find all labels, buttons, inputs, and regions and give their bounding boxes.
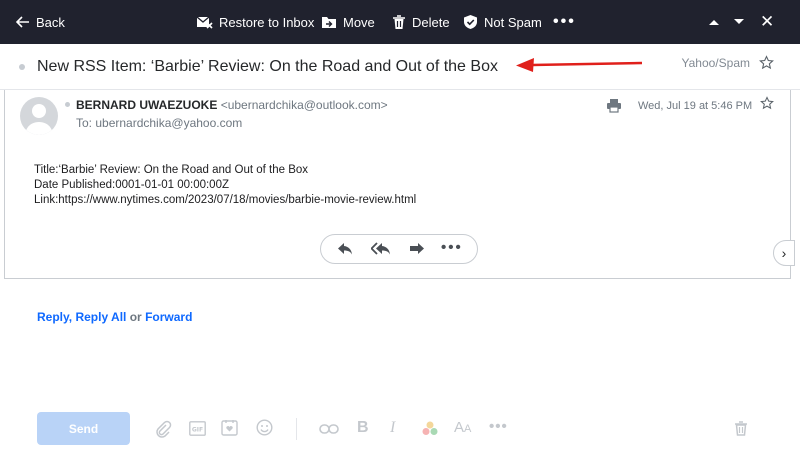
font-size-icon[interactable]: AA	[454, 419, 471, 436]
more-formatting-icon[interactable]: •••	[489, 418, 508, 435]
star-icon[interactable]	[759, 55, 774, 75]
sender-name: BERNARD UWAEZUOKE	[76, 98, 218, 112]
italic-icon[interactable]: I	[390, 419, 395, 437]
move-button[interactable]: Move	[321, 0, 375, 44]
svg-text:GIF: GIF	[192, 427, 203, 434]
forward-icon[interactable]	[409, 242, 425, 260]
restore-inbox-icon	[196, 15, 213, 29]
delete-label: Delete	[412, 14, 450, 30]
print-icon[interactable]	[606, 98, 622, 118]
forward-link[interactable]: Forward	[145, 310, 192, 324]
discard-draft-icon[interactable]	[734, 421, 748, 441]
next-message-button[interactable]	[733, 0, 745, 44]
recipient: To: ubernardchika@yahoo.com	[76, 116, 243, 130]
message-card: BERNARD UWAEZUOKE <ubernardchika@outlook…	[4, 90, 791, 279]
sender-email: <ubernardchika@outlook.com>	[220, 98, 388, 112]
quick-actions: •••	[320, 234, 478, 264]
shield-check-icon	[463, 14, 478, 30]
folder-move-icon	[321, 15, 337, 29]
subject-row: New RSS Item: ‘Barbie’ Review: On the Ro…	[0, 44, 800, 90]
more-icon[interactable]: •••	[441, 239, 463, 256]
sender[interactable]: BERNARD UWAEZUOKE <ubernardchika@outlook…	[76, 98, 388, 112]
reply-links: Reply, Reply All or Forward	[37, 310, 192, 324]
move-label: Move	[343, 14, 375, 30]
emoji-icon[interactable]	[256, 419, 273, 441]
arrow-left-icon	[16, 16, 30, 28]
chevron-up-icon	[708, 18, 720, 26]
message-date: Wed, Jul 19 at 5:46 PM	[638, 100, 753, 112]
unread-dot-icon	[19, 64, 25, 70]
back-button[interactable]: Back	[16, 0, 65, 44]
send-button[interactable]: Send	[37, 412, 130, 445]
message-body: Title:‘Barbie’ Review: On the Road and O…	[34, 163, 416, 208]
avatar	[20, 97, 58, 135]
message-subject: New RSS Item: ‘Barbie’ Review: On the Ro…	[37, 58, 498, 75]
folder-label: Yahoo/Spam	[681, 56, 751, 70]
bold-icon[interactable]: B	[357, 419, 369, 437]
body-line-link[interactable]: Link:https://www.nytimes.com/2023/07/18/…	[34, 193, 416, 208]
reply-link[interactable]: Reply	[37, 310, 69, 324]
color-palette-icon[interactable]	[421, 420, 439, 442]
body-line-date: Date Published:0001-01-01 00:00:00Z	[34, 179, 230, 191]
restore-to-inbox-button[interactable]: Restore to Inbox	[196, 0, 314, 44]
gif-icon[interactable]: GIF	[189, 421, 206, 441]
annotation-arrow	[516, 58, 643, 72]
unread-dot-icon	[65, 102, 70, 107]
toolbar-divider	[296, 418, 297, 440]
delete-button[interactable]: Delete	[392, 0, 450, 44]
more-actions-button[interactable]: •••	[553, 0, 576, 44]
body-line-title: Title:‘Barbie’ Review: On the Road and O…	[34, 164, 309, 176]
attachment-icon[interactable]	[154, 420, 172, 443]
not-spam-label: Not Spam	[484, 14, 542, 30]
reply-all-icon[interactable]	[370, 242, 391, 260]
trash-icon	[392, 14, 406, 30]
not-spam-button[interactable]: Not Spam	[463, 0, 542, 44]
star-icon[interactable]	[760, 96, 774, 115]
close-icon: ✕	[760, 12, 775, 31]
reply-icon[interactable]	[337, 242, 353, 260]
next-arrow-button[interactable]: ›	[773, 240, 795, 266]
reply-all-link[interactable]: Reply All	[75, 310, 126, 324]
message-toolbar: Back Restore to Inbox Move Delete Not Sp…	[0, 0, 800, 44]
or-text: or	[129, 310, 142, 324]
chevron-right-icon: ›	[781, 245, 787, 261]
previous-message-button[interactable]	[708, 0, 720, 44]
link-icon[interactable]	[319, 422, 339, 440]
chevron-down-icon	[733, 18, 745, 26]
back-label: Back	[36, 14, 65, 30]
sticker-icon[interactable]	[221, 419, 238, 441]
close-button[interactable]: ✕	[760, 0, 774, 44]
restore-label: Restore to Inbox	[219, 14, 315, 30]
